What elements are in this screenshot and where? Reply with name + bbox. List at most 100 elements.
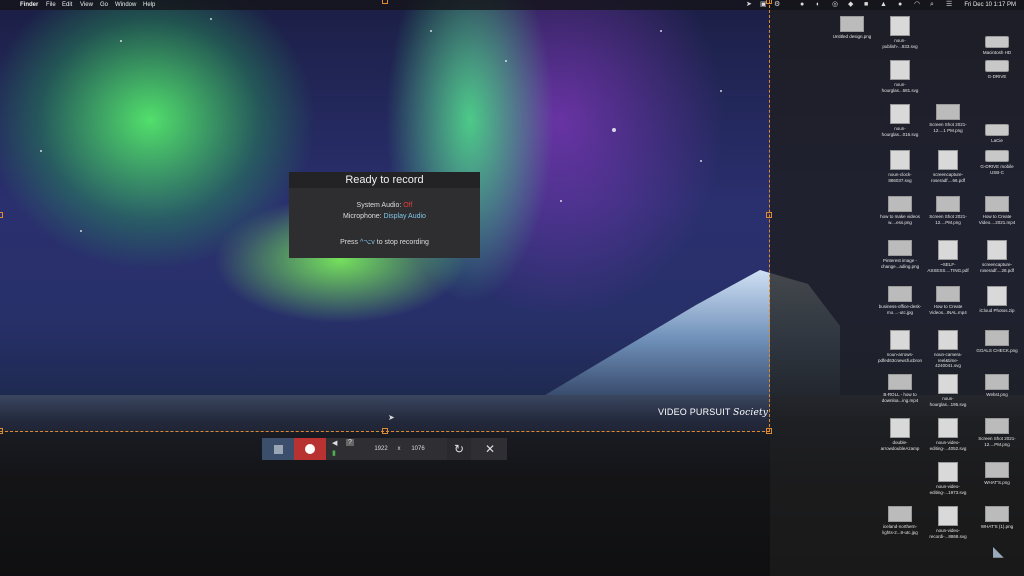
- file-icon: [938, 150, 958, 170]
- desktop-icon[interactable]: Screen Shot 2021-12....1 PM.png: [926, 104, 970, 133]
- desktop-icon[interactable]: Screen Shot 2021-12....PM.png: [975, 418, 1019, 447]
- help-icon: ?: [346, 439, 354, 446]
- menu-window[interactable]: Window: [115, 0, 136, 10]
- capture-height-field[interactable]: 1076: [404, 438, 432, 460]
- desktop-icon[interactable]: G-DRIVE: [975, 60, 1019, 80]
- desktop-icon[interactable]: noun-publish-...833.svg: [878, 16, 922, 49]
- file-icon: [888, 286, 912, 302]
- record-button[interactable]: [294, 438, 326, 460]
- desktop-icon[interactable]: B-ROLL - how to downloa...ing.mp4: [878, 374, 922, 403]
- microphone-value: Display Audio: [383, 213, 426, 220]
- desktop-icon[interactable]: noun-hourglas...016.svg: [878, 104, 922, 137]
- reset-selection-icon[interactable]: ↻: [447, 438, 471, 460]
- status-icon-7[interactable]: ●: [898, 0, 902, 10]
- wifi-icon[interactable]: ◠: [914, 0, 920, 10]
- desktop-icon-label: G-DRIVE mobile USB-C: [980, 164, 1014, 175]
- selection-handle-top[interactable]: [382, 0, 388, 4]
- file-icon: [938, 506, 958, 526]
- selection-handle-bottom-left[interactable]: [0, 428, 3, 434]
- desktop-icon-label: noun-camera-reel&time-4240041.svg: [933, 352, 962, 368]
- menu-clock[interactable]: Fri Dec 10 1:17 PM: [964, 0, 1016, 10]
- file-icon: [987, 240, 1007, 260]
- desktop-icon[interactable]: noun-clock-886037.svg: [878, 150, 922, 183]
- desktop-icon[interactable]: Untitled design.png: [830, 16, 874, 40]
- desktop-icon-label: How to Create Videos...INAL.mp4: [929, 304, 967, 315]
- desktop-icon[interactable]: how to make videos w....ess.png: [878, 196, 922, 225]
- desktop-icon[interactable]: Pinterest image - change...ading.png: [878, 240, 922, 269]
- desktop-icon-label: Pinterest image - change...ading.png: [880, 258, 920, 269]
- watermark-text: VIDEO PURSUIT: [658, 407, 731, 417]
- status-icon-5[interactable]: ■: [864, 0, 868, 10]
- desktop-icon-label: how to make videos w....ess.png: [880, 214, 920, 225]
- selection-handle-top-right[interactable]: [766, 0, 772, 4]
- desktop-icon-label: Webst.png: [986, 392, 1008, 397]
- desktop-icon[interactable]: How to Create Video....2021.mp4: [975, 196, 1019, 225]
- desktop-icon[interactable]: noun-hourglas...195.svg: [926, 374, 970, 407]
- stop-icon: [273, 444, 283, 454]
- desktop-icon[interactable]: Macintosh HD: [975, 36, 1019, 56]
- desktop-icon[interactable]: noun-video-editing-...4052.svg: [926, 418, 970, 451]
- menu-help[interactable]: Help: [143, 0, 155, 10]
- desktop-icon[interactable]: GOALS CHECK.png: [975, 330, 1019, 354]
- menu-finder[interactable]: Finder: [20, 0, 38, 10]
- desktop-icon[interactable]: LaCie: [975, 124, 1019, 144]
- selection-handle-left[interactable]: [0, 212, 3, 218]
- selection-handle-bottom[interactable]: [382, 428, 388, 434]
- location-icon[interactable]: ➤: [746, 0, 752, 10]
- file-icon: [938, 330, 958, 350]
- selection-handle-bottom-right[interactable]: [766, 428, 772, 434]
- desktop-icon[interactable]: Webst.png: [975, 374, 1019, 398]
- desktop-icon-label: noun-clock-886037.svg: [888, 172, 912, 183]
- file-icon: [890, 104, 910, 124]
- search-icon[interactable]: ⌕: [930, 0, 934, 10]
- desktop-icon[interactable]: noun-hourglas...681.svg: [878, 60, 922, 93]
- desktop-icon[interactable]: noun-arrows-pdfed63cnewcfucbron: [878, 330, 922, 363]
- desktop-icon[interactable]: Screen Shot 2021-12....PM.png: [926, 196, 970, 225]
- menu-file[interactable]: File: [46, 0, 56, 10]
- desktop-icon[interactable]: iceland-northern-lights-2...8-utc.jpg: [878, 506, 922, 535]
- desktop-icon[interactable]: G-DRIVE mobile USB-C: [975, 150, 1019, 175]
- file-icon: [890, 418, 910, 438]
- desktop-icon-label: screencapture-roseradf....66.pdf: [930, 172, 966, 183]
- file-icon: [985, 196, 1009, 212]
- close-icon[interactable]: ✕: [477, 438, 503, 460]
- menu-go[interactable]: Go: [100, 0, 108, 10]
- desktop-icon[interactable]: How to Create Videos...INAL.mp4: [926, 286, 970, 315]
- menu-view[interactable]: View: [80, 0, 93, 10]
- desktop-icon[interactable]: ~SELF-ASSESS....TING.pdf: [926, 240, 970, 273]
- capture-width-field[interactable]: 1922: [368, 438, 394, 460]
- desktop-icon-label: noun-publish-...833.svg: [882, 38, 918, 49]
- speaker-icon: ◀: [332, 440, 338, 447]
- desktop-icon[interactable]: noun-video-editing-...1973.svg: [926, 462, 970, 495]
- file-icon: [890, 150, 910, 170]
- desktop-icon[interactable]: noun-video-recordi-...8868.svg: [926, 506, 970, 539]
- selection-handle-right[interactable]: [766, 212, 772, 218]
- status-icon-6[interactable]: ▲: [880, 0, 887, 10]
- desktop-icon[interactable]: WHAT'S (1).png: [975, 506, 1019, 530]
- desktop-icon[interactable]: WHAT'S.png: [975, 462, 1019, 486]
- desktop-icon[interactable]: business-office-desk-mo....-utc.jpg: [878, 286, 922, 315]
- gear-icon[interactable]: ⚙: [774, 0, 780, 10]
- desktop-icon-label: screencapture-roseradf....28.pdf: [979, 262, 1015, 273]
- desktop-icon[interactable]: screencapture-roseradf....28.pdf: [975, 240, 1019, 273]
- audio-controls[interactable]: ◀ ▮ ?: [326, 438, 366, 460]
- app-logo-icon: ◣: [993, 543, 1004, 559]
- desktop-icon-label: ~SELF-ASSESS....TING.pdf: [927, 262, 969, 273]
- desktop-icon-label: Screen Shot 2021-12....PM.png: [929, 214, 967, 225]
- stop-button[interactable]: [262, 438, 294, 460]
- hint-suffix: to stop recording: [376, 239, 429, 246]
- status-icon-1[interactable]: ●: [800, 0, 804, 10]
- desktop-icon[interactable]: screencapture-roseradf....66.pdf: [926, 150, 970, 183]
- desktop-icon-label: noun-video-recordi-...8868.svg: [929, 528, 967, 539]
- status-icon-2[interactable]: ◐: [816, 0, 820, 10]
- status-icon-4[interactable]: ◆: [848, 0, 853, 10]
- file-icon: [890, 60, 910, 80]
- desktop-icon-label: WHAT'S (1).png: [980, 524, 1014, 529]
- status-icon-3[interactable]: ◎: [832, 0, 838, 10]
- desktop-icon[interactable]: noun-camera-reel&time-4240041.svg: [926, 330, 970, 369]
- control-center-icon[interactable]: ☰: [946, 0, 952, 10]
- desktop-icon-label: WHAT'S.png: [984, 480, 1010, 485]
- menu-edit[interactable]: Edit: [62, 0, 72, 10]
- desktop-icon[interactable]: iCloud Photos.zip: [975, 286, 1019, 314]
- desktop-icon[interactable]: double-arrowdoubleAzamp: [878, 418, 922, 451]
